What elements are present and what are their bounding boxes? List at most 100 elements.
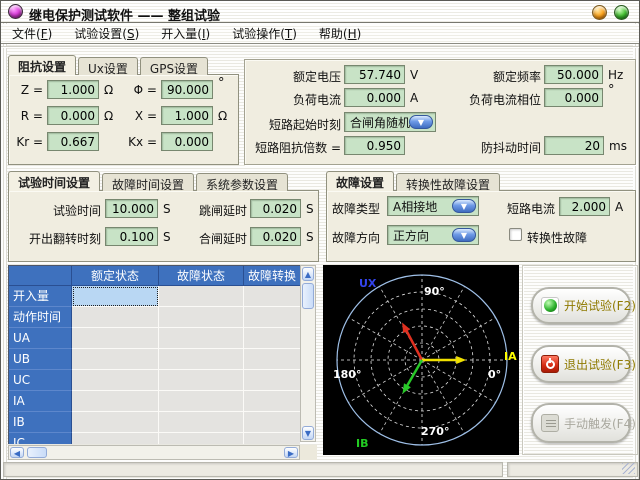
menu-item[interactable]: 试验设置(S) (63, 23, 150, 44)
phi-input[interactable] (161, 80, 213, 99)
load-current-input[interactable] (344, 88, 405, 107)
table-header-row: 额定状态故障状态故障转换 (9, 266, 300, 286)
resize-grip[interactable] (622, 463, 635, 474)
tab-impedance-settings[interactable]: 阻抗设置 (8, 55, 76, 75)
short-start-combobox[interactable]: 合闸角随机 ▼ (344, 112, 436, 132)
table-row: UC (9, 370, 300, 391)
z-input[interactable] (47, 80, 99, 99)
table-cell[interactable] (244, 328, 300, 349)
scroll-left-icon[interactable]: ◀ (10, 447, 24, 458)
table-cell[interactable] (244, 349, 300, 370)
table-cell[interactable] (72, 328, 159, 349)
close-button[interactable] (614, 5, 629, 20)
manual-trigger-button[interactable]: 手动触发(F4) (531, 403, 631, 443)
close-delay-label: 合闸延时 (187, 230, 247, 247)
table-cell[interactable] (159, 349, 244, 370)
impedance-mult-input[interactable] (344, 136, 405, 155)
action-button-panel: 开始试验(F2) 退出试验(F3) 手动触发(F4) (522, 265, 638, 455)
chevron-down-icon[interactable]: ▼ (452, 199, 476, 213)
exit-test-icon (541, 355, 559, 373)
table-cell[interactable] (72, 412, 159, 433)
fault-type-combobox[interactable]: A相接地 ▼ (387, 196, 479, 216)
table-column-header[interactable]: 故障转换 (244, 266, 300, 286)
tab-system-param-settings[interactable]: 系统参数设置 (196, 173, 288, 191)
table-cell[interactable] (159, 412, 244, 433)
table-cell[interactable] (72, 370, 159, 391)
table-row-label: UB (9, 349, 72, 370)
window-frame-left (1, 1, 7, 479)
chevron-down-icon[interactable]: ▼ (409, 115, 433, 129)
x-input[interactable] (161, 106, 213, 125)
table-cell[interactable] (159, 307, 244, 328)
title-bar[interactable]: 继电保护测试软件 —— 整组试验 (1, 1, 639, 23)
table-cell[interactable] (244, 370, 300, 391)
tab-gps-settings[interactable]: GPS设置 (140, 57, 208, 75)
table-column-header[interactable]: 额定状态 (72, 266, 159, 286)
fault-direction-value: 正方向 (393, 227, 429, 244)
rated-voltage-input[interactable] (344, 65, 405, 84)
table-cell[interactable] (72, 433, 159, 444)
short-current-unit: A (615, 200, 623, 214)
table-cell[interactable] (244, 391, 300, 412)
exit-test-button[interactable]: 退出试验(F3) (531, 345, 631, 383)
phasor-diagram: UX90°IA0°180°270°IB (323, 265, 519, 455)
table-column-header[interactable]: 故障状态 (159, 266, 244, 286)
chevron-down-icon[interactable]: ▼ (452, 228, 476, 242)
hscroll-thumb[interactable] (27, 447, 47, 458)
table-row-label: 动作时间 (9, 307, 72, 328)
table-row: 开入量 (9, 286, 300, 307)
r-input[interactable] (47, 106, 99, 125)
flip-time-input[interactable] (105, 227, 158, 246)
table-cell[interactable] (244, 412, 300, 433)
tab-test-time-settings[interactable]: 试验时间设置 (8, 171, 100, 191)
trip-delay-input[interactable] (250, 199, 301, 218)
r-label: R = (7, 109, 43, 123)
tab-fault-settings[interactable]: 故障设置 (326, 171, 394, 191)
scroll-right-icon[interactable]: ▶ (284, 447, 298, 458)
rated-freq-input[interactable] (544, 65, 603, 84)
menu-item[interactable]: 开入量(I) (150, 23, 221, 44)
menu-item[interactable]: 试验操作(T) (221, 23, 308, 44)
table-cell[interactable] (72, 349, 159, 370)
table-row: UB (9, 349, 300, 370)
convert-fault-checkbox[interactable] (509, 228, 522, 241)
vertical-scrollbar[interactable]: ▲ ▼ (300, 265, 316, 442)
debounce-input[interactable] (544, 136, 604, 155)
table-cell[interactable] (159, 433, 244, 444)
table-cell[interactable] (72, 391, 159, 412)
load-phase-input[interactable] (544, 88, 603, 107)
tab-ux-settings[interactable]: Ux设置 (78, 57, 138, 75)
table-cell[interactable] (159, 286, 244, 307)
tab-convert-fault-settings[interactable]: 转换性故障设置 (396, 173, 500, 191)
fault-direction-combobox[interactable]: 正方向 ▼ (387, 225, 479, 245)
table-cell[interactable] (244, 433, 300, 444)
table-cell[interactable] (244, 307, 300, 328)
table-cell[interactable] (72, 307, 159, 328)
horizontal-scrollbar[interactable]: ◀ ▶ (8, 445, 300, 460)
kr-input[interactable] (47, 132, 99, 151)
start-test-button[interactable]: 开始试验(F2) (531, 287, 631, 324)
kx-input[interactable] (161, 132, 213, 151)
table-cell[interactable] (72, 286, 159, 307)
status-bar-right (507, 462, 638, 477)
minimize-button[interactable] (592, 5, 607, 20)
svg-text:270°: 270° (421, 425, 449, 438)
menu-item[interactable]: 文件(F) (1, 23, 63, 44)
short-current-input[interactable] (559, 197, 610, 216)
menu-item[interactable]: 帮助(H) (308, 23, 372, 44)
toolbar-divider (1, 46, 639, 48)
scroll-down-icon[interactable]: ▼ (302, 426, 314, 440)
convert-fault-label: 转换性故障 (527, 229, 587, 246)
table-cell[interactable] (159, 328, 244, 349)
close-delay-input[interactable] (250, 227, 301, 246)
tab-fault-time-settings[interactable]: 故障时间设置 (102, 173, 194, 191)
app-window: 继电保护测试软件 —— 整组试验 文件(F)试验设置(S)开入量(I)试验操作(… (0, 0, 640, 480)
table-cell[interactable] (244, 286, 300, 307)
table-cell[interactable] (159, 370, 244, 391)
scroll-up-icon[interactable]: ▲ (302, 267, 314, 281)
vscroll-thumb[interactable] (302, 283, 314, 309)
table-cell[interactable] (159, 391, 244, 412)
result-table: 额定状态故障状态故障转换 开入量动作时间UAUBUCIAIBIC (8, 265, 300, 444)
test-time-input[interactable] (105, 199, 158, 218)
menu-bar: 文件(F)试验设置(S)开入量(I)试验操作(T)帮助(H) (1, 24, 639, 44)
